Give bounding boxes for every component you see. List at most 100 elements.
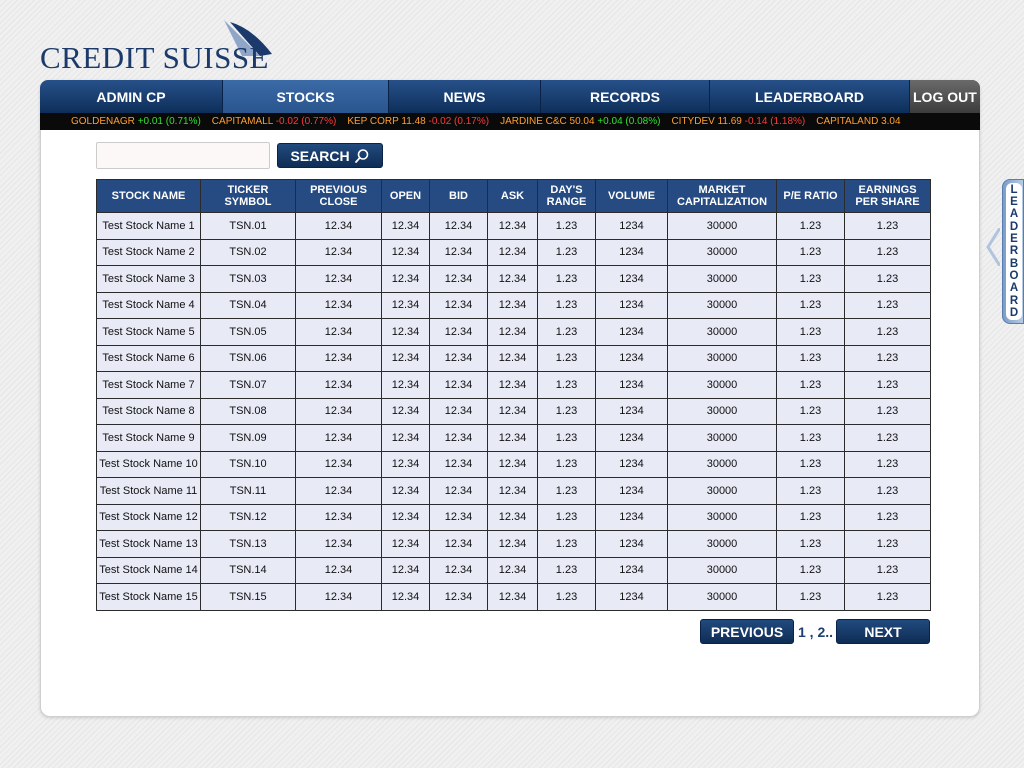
- previous-button[interactable]: PREVIOUS: [700, 619, 794, 644]
- table-cell: 1234: [595, 450, 668, 478]
- table-cell: 12.34: [487, 530, 538, 558]
- table-cell: 1.23: [844, 424, 931, 452]
- stocks-table: STOCK NAME TICKER SYMBOL PREVIOUS CLOSE OPEN B…: [96, 179, 931, 611]
- table-cell: 1.23: [844, 450, 931, 478]
- table-cell: 12.34: [487, 397, 538, 425]
- main-nav: ADMIN CP STOCKS NEWS RECORDS LEADERBOARD…: [40, 80, 980, 113]
- table-cell: 12.34: [295, 503, 382, 531]
- table-row: Test Stock Name 7 TSN.07 12.34 12.34 12.34 12…: [96, 371, 931, 399]
- table-cell: 30000: [667, 583, 777, 611]
- table-cell: Test Stock Name 3: [96, 265, 201, 293]
- ticker-item: GOLDENAGR +0.01 (0.71%): [71, 116, 201, 127]
- leaderboard-side-tab-label: LEADERBOARD: [1006, 183, 1022, 320]
- search-button[interactable]: SEARCH: [277, 143, 383, 168]
- table-cell: 12.34: [429, 477, 488, 505]
- table-cell: 12.34: [429, 424, 488, 452]
- table-cell: 12.34: [295, 344, 382, 372]
- table-cell: 12.34: [429, 397, 488, 425]
- column-header: VOLUME: [595, 179, 668, 213]
- table-cell: 30000: [667, 265, 777, 293]
- table-cell: 12.34: [487, 450, 538, 478]
- table-row: Test Stock Name 9 TSN.09 12.34 12.34 12.34 12…: [96, 424, 931, 452]
- table-cell: Test Stock Name 8: [96, 397, 201, 425]
- table-cell: 12.34: [487, 503, 538, 531]
- table-cell: 12.34: [429, 503, 488, 531]
- nav-admin-cp[interactable]: ADMIN CP: [40, 80, 223, 113]
- table-row: Test Stock Name 2 TSN.02 12.34 12.34 12.34 12…: [96, 238, 931, 266]
- ticker-item: CITYDEV 11.69 -0.14 (1.18%): [671, 116, 806, 127]
- table-cell: 1.23: [844, 238, 931, 266]
- table-cell: 12.34: [381, 556, 430, 584]
- search-input[interactable]: [96, 142, 270, 169]
- table-cell: Test Stock Name 6: [96, 344, 201, 372]
- table-header-row: STOCK NAME TICKER SYMBOL PREVIOUS CLOSE OPEN B…: [96, 179, 931, 213]
- table-cell: Test Stock Name 4: [96, 291, 201, 319]
- table-cell: 1.23: [844, 397, 931, 425]
- table-cell: TSN.13: [200, 530, 296, 558]
- nav-news[interactable]: NEWS: [389, 80, 541, 113]
- table-cell: TSN.05: [200, 318, 296, 346]
- table-cell: 1.23: [537, 556, 596, 584]
- table-cell: 30000: [667, 397, 777, 425]
- table-row: Test Stock Name 4 TSN.04 12.34 12.34 12.34 12…: [96, 291, 931, 319]
- table-cell: 1.23: [776, 477, 845, 505]
- table-cell: 1.23: [776, 344, 845, 372]
- table-cell: 12.34: [429, 291, 488, 319]
- leaderboard-side-tab[interactable]: LEADERBOARD: [1002, 179, 1024, 324]
- table-cell: 12.34: [429, 371, 488, 399]
- column-header: ASK: [487, 179, 538, 213]
- table-cell: 1.23: [537, 530, 596, 558]
- table-cell: 12.34: [295, 530, 382, 558]
- table-cell: 1.23: [537, 583, 596, 611]
- table-cell: 1.23: [844, 212, 931, 240]
- table-cell: 1.23: [537, 371, 596, 399]
- table-cell: 30000: [667, 212, 777, 240]
- side-tab-arrow-icon: [986, 228, 1000, 266]
- page-numbers[interactable]: 1 , 2..: [798, 624, 836, 640]
- stock-ticker: GOLDENAGR +0.01 (0.71%) CAPITAMALL -0.02…: [40, 113, 980, 130]
- table-cell: 12.34: [429, 344, 488, 372]
- table-cell: 1.23: [844, 344, 931, 372]
- table-cell: 12.34: [429, 265, 488, 293]
- table-cell: Test Stock Name 9: [96, 424, 201, 452]
- column-header: MARKET CAPITALIZATION: [667, 179, 777, 213]
- table-cell: 12.34: [429, 238, 488, 266]
- nav-records[interactable]: RECORDS: [541, 80, 710, 113]
- logout-button[interactable]: LOG OUT: [910, 80, 980, 113]
- table-cell: 12.34: [295, 424, 382, 452]
- table-cell: 1.23: [776, 318, 845, 346]
- table-cell: 1234: [595, 503, 668, 531]
- table-cell: 1.23: [537, 212, 596, 240]
- table-cell: 12.34: [487, 583, 538, 611]
- table-cell: 12.34: [487, 238, 538, 266]
- next-button[interactable]: NEXT: [836, 619, 930, 644]
- table-cell: 1234: [595, 397, 668, 425]
- table-cell: 12.34: [381, 265, 430, 293]
- table-cell: 1.23: [776, 291, 845, 319]
- table-row: Test Stock Name 10 TSN.10 12.34 12.34 12.34 1…: [96, 450, 931, 478]
- table-cell: 12.34: [487, 318, 538, 346]
- nav-leaderboard[interactable]: LEADERBOARD: [710, 80, 910, 113]
- table-cell: TSN.15: [200, 583, 296, 611]
- table-cell: 12.34: [429, 318, 488, 346]
- column-header: STOCK NAME: [96, 179, 201, 213]
- table-cell: 12.34: [381, 477, 430, 505]
- table-cell: 1234: [595, 424, 668, 452]
- table-cell: 12.34: [381, 344, 430, 372]
- table-cell: 1234: [595, 318, 668, 346]
- table-cell: 30000: [667, 450, 777, 478]
- table-cell: 12.34: [429, 212, 488, 240]
- nav-stocks[interactable]: STOCKS: [223, 80, 389, 113]
- table-cell: 12.34: [487, 424, 538, 452]
- table-cell: 30000: [667, 530, 777, 558]
- table-cell: 1.23: [844, 265, 931, 293]
- table-cell: 1234: [595, 265, 668, 293]
- table-row: Test Stock Name 13 TSN.13 12.34 12.34 12.34 1…: [96, 530, 931, 558]
- table-cell: 1.23: [776, 265, 845, 293]
- table-cell: 12.34: [487, 291, 538, 319]
- table-cell: 1.23: [537, 344, 596, 372]
- table-cell: 1234: [595, 530, 668, 558]
- ticker-item: CAPITALAND 3.04: [816, 116, 901, 127]
- table-cell: 1.23: [776, 530, 845, 558]
- table-cell: 12.34: [487, 344, 538, 372]
